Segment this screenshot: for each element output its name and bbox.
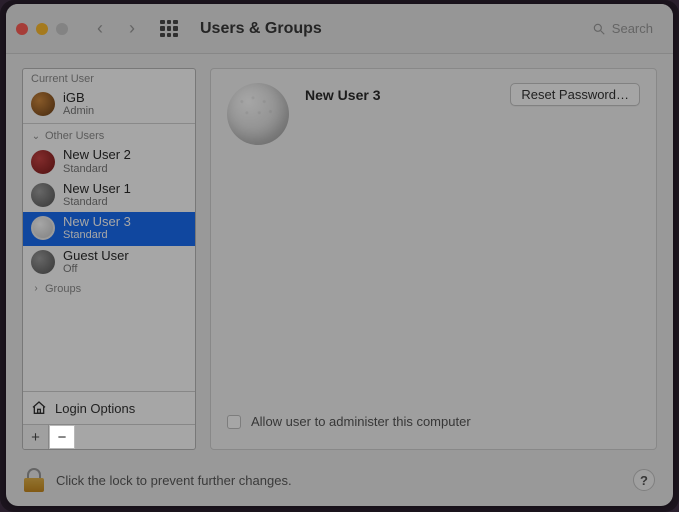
reset-password-button[interactable]: Reset Password… [510, 83, 640, 106]
login-options-row[interactable]: Login Options [23, 391, 195, 424]
admin-checkbox-row[interactable]: Allow user to administer this computer [227, 414, 640, 435]
forward-button[interactable]: › [122, 18, 142, 39]
titlebar: ‹ › Users & Groups Search [6, 4, 673, 54]
user-detail-panel: New User 3 Reset Password… Allow user to… [210, 68, 657, 450]
lock-body-icon [24, 478, 44, 492]
chevron-right-icon: › [31, 283, 41, 294]
user-name: Guest User [63, 249, 129, 263]
user-name: New User 2 [63, 148, 131, 162]
user-role: Admin [63, 105, 94, 117]
user-row[interactable]: New User 2 Standard [23, 145, 195, 178]
detail-user-name: New User 3 [305, 87, 494, 103]
user-name: iGB [63, 91, 94, 105]
prefs-window: ‹ › Users & Groups Search Current User i… [6, 4, 673, 506]
remove-user-button[interactable]: − [49, 425, 75, 449]
user-role: Standard [63, 196, 131, 208]
avatar [31, 92, 55, 116]
user-role: Standard [63, 163, 131, 175]
admin-checkbox-label: Allow user to administer this computer [251, 414, 471, 429]
user-sidebar: Current User iGB Admin ⌄ Other Users New… [22, 68, 196, 450]
lock-hint-text: Click the lock to prevent further change… [56, 473, 292, 488]
current-user-row[interactable]: iGB Admin [23, 88, 195, 121]
search-placeholder: Search [612, 21, 653, 36]
chevron-down-icon: ⌄ [31, 131, 41, 142]
user-name: New User 3 [63, 215, 131, 229]
window-controls [16, 23, 68, 35]
home-icon [31, 400, 47, 416]
admin-checkbox[interactable] [227, 415, 241, 429]
help-button[interactable]: ? [633, 469, 655, 491]
back-button[interactable]: ‹ [90, 18, 110, 39]
show-all-prefs-button[interactable] [160, 20, 178, 38]
other-users-section-header[interactable]: ⌄ Other Users [23, 126, 195, 145]
close-window-button[interactable] [16, 23, 28, 35]
divider [23, 123, 195, 124]
user-role: Off [63, 263, 129, 275]
window-title: Users & Groups [200, 20, 322, 38]
user-avatar-large[interactable] [227, 83, 289, 145]
zoom-window-button[interactable] [56, 23, 68, 35]
avatar [31, 183, 55, 207]
user-role: Standard [63, 229, 131, 241]
avatar [31, 150, 55, 174]
add-remove-bar: + − [23, 424, 195, 449]
user-row[interactable]: New User 1 Standard [23, 179, 195, 212]
groups-section-header[interactable]: › Groups [23, 279, 195, 298]
content: Current User iGB Admin ⌄ Other Users New… [6, 54, 673, 458]
login-options-label: Login Options [55, 401, 135, 416]
nav-buttons: ‹ › [90, 18, 142, 39]
user-name: New User 1 [63, 182, 131, 196]
avatar [31, 216, 55, 240]
user-row-selected[interactable]: New User 3 Standard [23, 212, 195, 245]
avatar [31, 250, 55, 274]
footer: Click the lock to prevent further change… [6, 458, 673, 506]
add-user-button[interactable]: + [23, 425, 49, 449]
current-user-section-header: Current User [23, 69, 195, 88]
minimize-window-button[interactable] [36, 23, 48, 35]
lock-button[interactable] [24, 468, 44, 492]
user-row[interactable]: Guest User Off [23, 246, 195, 279]
search-field[interactable]: Search [592, 21, 653, 36]
search-icon [592, 22, 606, 36]
